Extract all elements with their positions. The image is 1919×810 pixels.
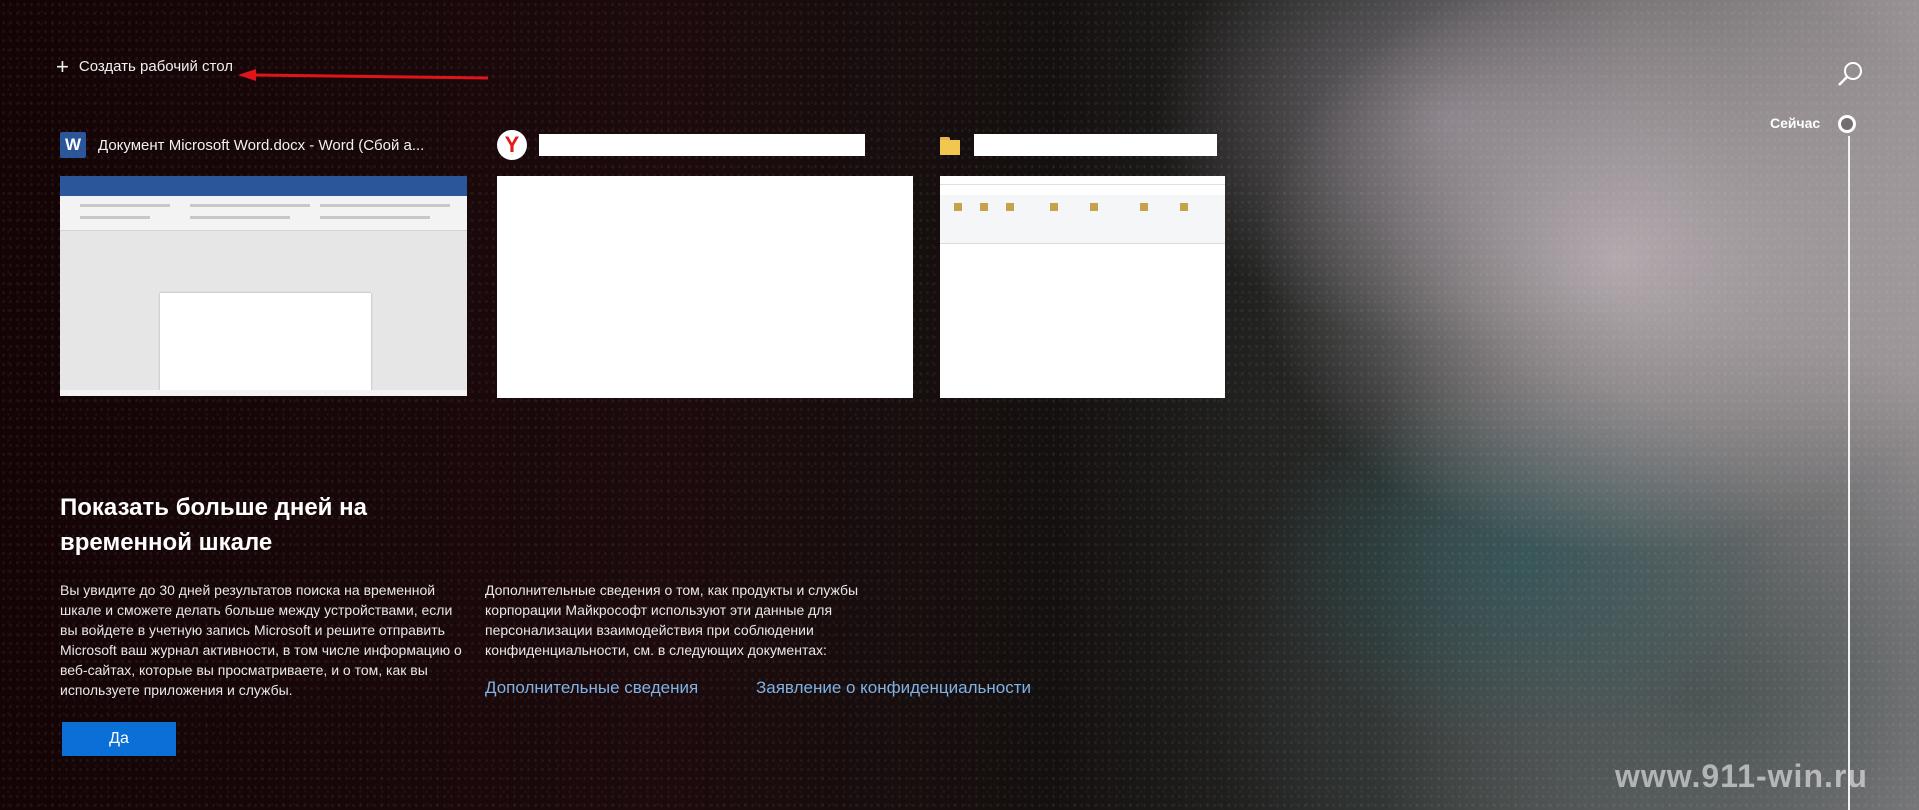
timeline-now-label: Сейчас [1770,115,1821,131]
task-card-title: Документ Microsoft Word.docx - Word (Сбо… [98,136,425,154]
word-ribbon [60,196,467,231]
new-desktop-button[interactable]: + Создать рабочий стол [56,53,234,79]
word-document-area [60,231,467,396]
task-card-title-redacted [974,134,1217,156]
word-statusbar [60,390,467,396]
explorer-ribbon [940,195,1225,244]
task-card-word[interactable]: W Документ Microsoft Word.docx - Word (С… [60,130,467,396]
folder-icon [940,134,962,156]
more-info-link[interactable]: Дополнительные сведения [485,678,698,698]
task-card-explorer[interactable] [940,130,1225,398]
task-card-yandex[interactable]: Y [497,130,913,398]
explorer-titlebar [940,176,1225,185]
search-icon[interactable] [1836,60,1864,88]
timeline-now-marker[interactable] [1838,115,1856,133]
explorer-tabs [940,185,1225,203]
task-card-thumbnail[interactable] [497,176,913,398]
prompt-title: Показать больше дней на временной шкале [60,494,367,556]
privacy-text: Дополнительные сведения о том, как проду… [485,582,859,658]
yandex-browser-icon: Y [497,130,527,160]
timeline-scrollbar[interactable] [1848,136,1850,810]
word-icon: W [60,132,86,158]
new-desktop-label: Создать рабочий стол [78,58,234,75]
watermark: www.911-win.ru [1615,758,1868,794]
word-page [160,293,371,396]
privacy-statement-link[interactable]: Заявление о конфиденциальности [756,678,1031,698]
task-card-header: Y [497,130,913,160]
task-card-header: W Документ Microsoft Word.docx - Word (С… [60,130,467,160]
annotation-arrow-icon [238,69,488,81]
plus-icon: + [56,53,69,79]
word-titlebar [60,176,467,196]
task-card-header [940,130,1225,160]
task-card-thumbnail[interactable] [60,176,467,396]
prompt-body: Вы увидите до 30 дней результатов поиска… [60,582,462,698]
task-card-title-redacted [539,134,865,156]
yes-button[interactable]: Да [62,722,176,756]
task-card-thumbnail[interactable] [940,176,1225,398]
